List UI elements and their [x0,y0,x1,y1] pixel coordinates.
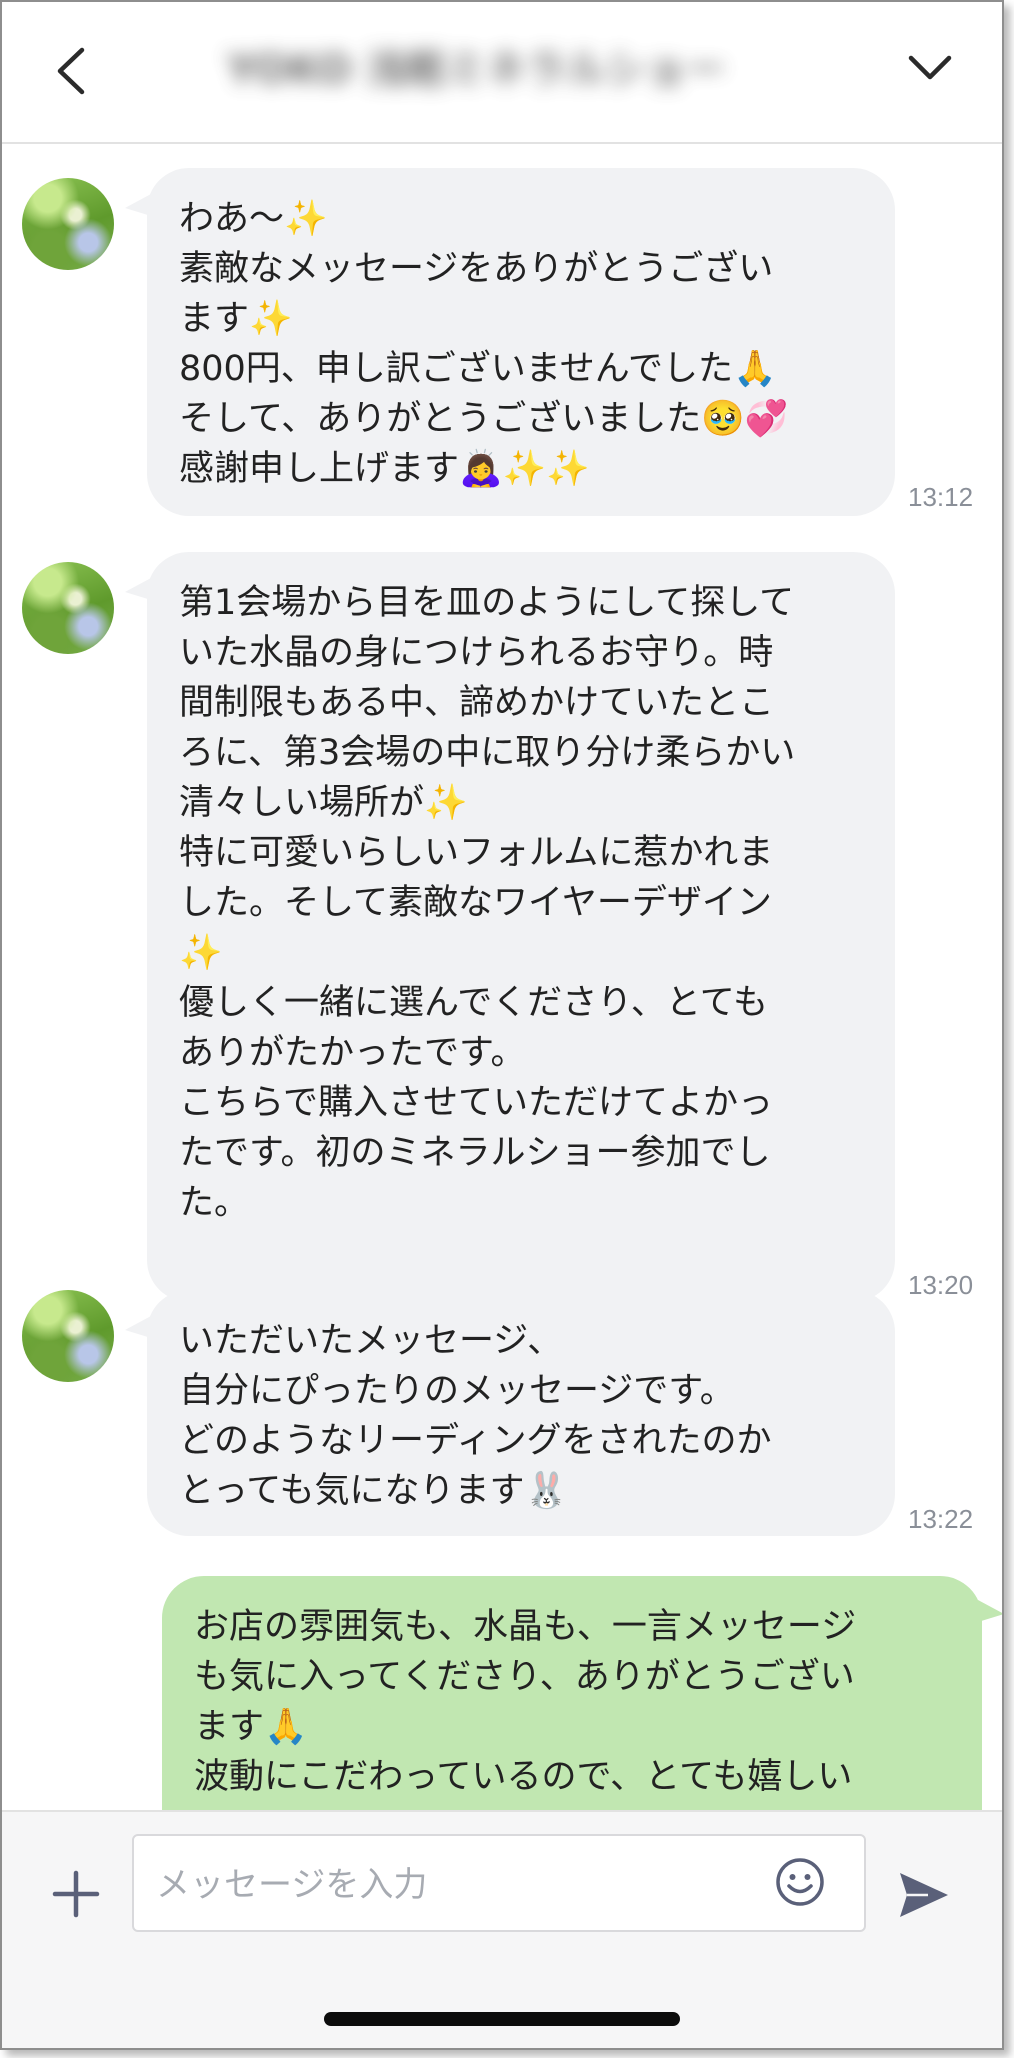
send-icon[interactable] [898,1870,950,1920]
message-timestamp: 13:12 [908,482,974,512]
message-bubble[interactable]: いただいたメッセージ、 自分にぴったりのメッセージです。 どのようなリーディング… [125,1290,895,1536]
smile-icon[interactable] [774,1856,826,1908]
message-bubble[interactable]: 第1会場から目を皿のようにして探して いた水晶の身につけられるお守り。時 間制限… [125,552,895,1302]
chevron-left-icon[interactable] [52,46,92,96]
avatar[interactable] [22,562,114,654]
home-indicator[interactable] [324,2012,680,2026]
message-input[interactable]: メッセージを入力 [132,1834,866,1932]
avatar[interactable] [22,1290,114,1382]
message-input-placeholder: メッセージを入力 [156,1865,428,1905]
message-bubble[interactable]: お店の雰囲気も、水晶も、一言メッセージ も気に入ってくださり、ありがとうござい … [162,1576,1002,1810]
plus-icon[interactable] [52,1870,100,1918]
avatar[interactable] [22,178,114,270]
message-timestamp: 13:22 [908,1504,974,1534]
chevron-down-icon[interactable] [907,52,953,82]
message-list[interactable]: わあ〜✨ 素敵なメッセージをありがとうござい ます✨ 800円、申し訳ございませ… [2,144,1002,1810]
message-timestamp: 13:20 [908,1270,974,1300]
chat-title: YOKO 浅眠ミネラルショー [227,47,726,93]
chat-screen: YOKO 浅眠ミネラルショー わあ〜✨ 素敵なメッセージをありがとうござい ます… [0,0,1004,2050]
message-input-bar: メッセージを入力 [2,1810,1002,2048]
message-bubble[interactable]: わあ〜✨ 素敵なメッセージをありがとうござい ます✨ 800円、申し訳ございませ… [125,168,895,516]
chat-header: YOKO 浅眠ミネラルショー [2,2,1002,144]
